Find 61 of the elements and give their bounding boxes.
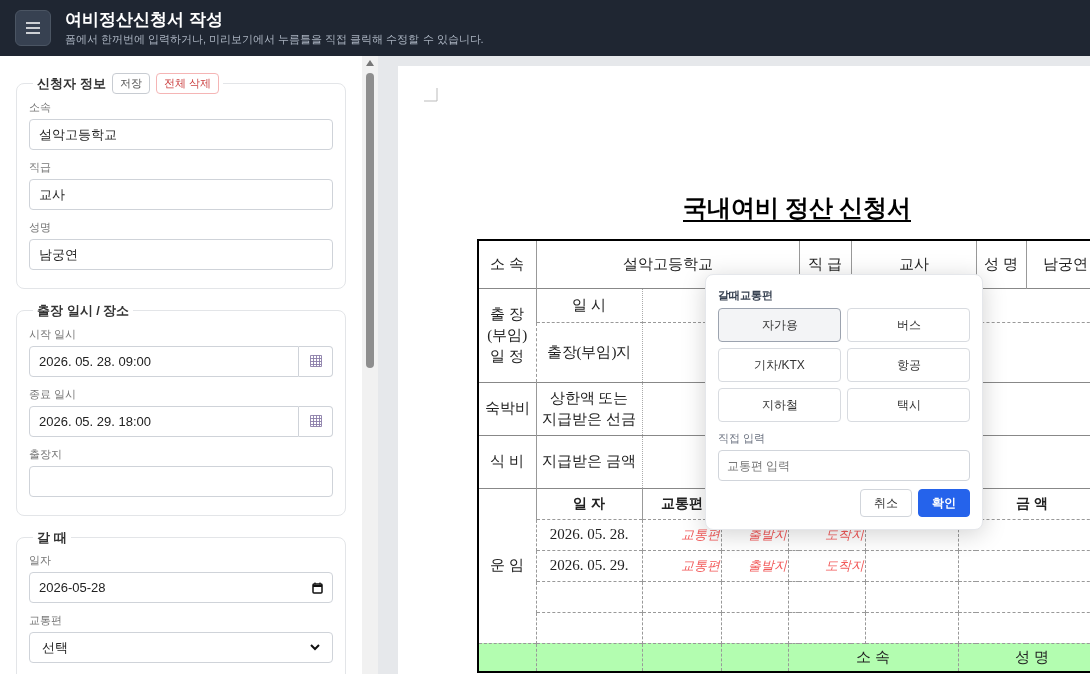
table-cell: 남궁연 xyxy=(1026,240,1090,288)
input-field[interactable]: 2026. 05. 29. 18:00 xyxy=(29,405,299,437)
field-label: 일자 xyxy=(29,553,52,567)
menu-icon xyxy=(26,22,40,34)
input-field[interactable]: 2026-05-28 xyxy=(29,572,333,603)
corner-mark-icon xyxy=(424,88,438,102)
field-label: 직급 xyxy=(29,160,52,174)
document-title: 국내여비 정산 신청서 xyxy=(683,194,911,223)
delete-all-button[interactable]: 전체 삭제 xyxy=(155,73,219,94)
table-cell: 2026. 05. 28. xyxy=(536,519,642,550)
cancel-button[interactable]: 취소 xyxy=(860,489,912,517)
option-button[interactable]: 택시 xyxy=(847,388,970,422)
page-title: 여비정산신청서 작성 xyxy=(65,9,224,31)
scrollbar-thumb[interactable] xyxy=(366,73,374,368)
section-title: 출장 일시 / 장소 xyxy=(37,302,130,320)
field-label: 성명 xyxy=(29,220,52,234)
field-label: 시작 일시 xyxy=(29,326,78,341)
page-subtitle: 폼에서 한꺼번에 입력하거나, 미리보기에서 누름틀을 직접 클릭해 수정할 수 있습니다. xyxy=(65,32,484,47)
confirm-button[interactable]: 확인 xyxy=(918,489,970,517)
input-field[interactable]: 2026. 05. 28. 09:00 xyxy=(29,345,299,377)
header-cell: 일 자 xyxy=(536,488,642,519)
field-label: 교통편 xyxy=(29,613,63,627)
field-label: 종료 일시 xyxy=(29,386,78,401)
input-field[interactable] xyxy=(29,465,333,497)
option-button[interactable]: 지하철 xyxy=(718,388,841,422)
label-cell: 일 시 xyxy=(536,288,642,322)
input-field[interactable]: 남궁연 xyxy=(29,239,333,270)
scrollbar[interactable] xyxy=(362,56,378,674)
label-cell: 상한액 또는 지급받은 선금 xyxy=(536,382,642,435)
input-field[interactable]: 교통편 입력 xyxy=(718,450,970,481)
input-field[interactable]: 설악고등학교 xyxy=(29,119,333,150)
label-cell: 지급받은 금액 xyxy=(536,435,642,488)
section-title: 갈 때 xyxy=(37,528,67,547)
select-field[interactable]: 선택 xyxy=(29,632,333,663)
table-cell: 소 속 xyxy=(788,643,958,672)
field-label: 소속 xyxy=(29,100,52,114)
table-cell: 2026. 05. 29. xyxy=(536,550,642,581)
chevron-down-icon xyxy=(310,644,320,651)
popup-title: 갈때교통편 xyxy=(718,288,774,303)
label-cell: 식 비 xyxy=(478,435,536,488)
option-button[interactable]: 버스 xyxy=(847,308,970,342)
calendar-icon xyxy=(309,355,322,367)
option-button[interactable]: 기차/KTX xyxy=(718,348,841,382)
input-field[interactable]: 교사 xyxy=(29,179,333,210)
scroll-up-icon[interactable] xyxy=(366,60,374,66)
calendar-button[interactable] xyxy=(299,345,333,377)
option-button[interactable]: 항공 xyxy=(847,348,970,382)
table-cell: 성 명 xyxy=(958,643,1090,672)
label-cell: 출장(부임)지 xyxy=(536,322,642,382)
field-label: 출장지 xyxy=(29,446,63,461)
section-title: 신청자 정보 xyxy=(37,74,106,93)
label-cell: 소 속 xyxy=(478,240,536,288)
save-button[interactable]: 저장 xyxy=(111,73,150,94)
option-button[interactable]: 자가용 xyxy=(718,308,841,342)
calendar-button[interactable] xyxy=(299,405,333,437)
label-cell: 숙박비 xyxy=(478,382,536,435)
calendar-icon[interactable] xyxy=(312,582,323,594)
field-label: 직접 입력 xyxy=(718,431,767,445)
menu-button[interactable] xyxy=(15,10,51,46)
calendar-icon xyxy=(309,415,322,427)
label-cell: 출 장 (부임) 일 정 xyxy=(478,288,536,382)
